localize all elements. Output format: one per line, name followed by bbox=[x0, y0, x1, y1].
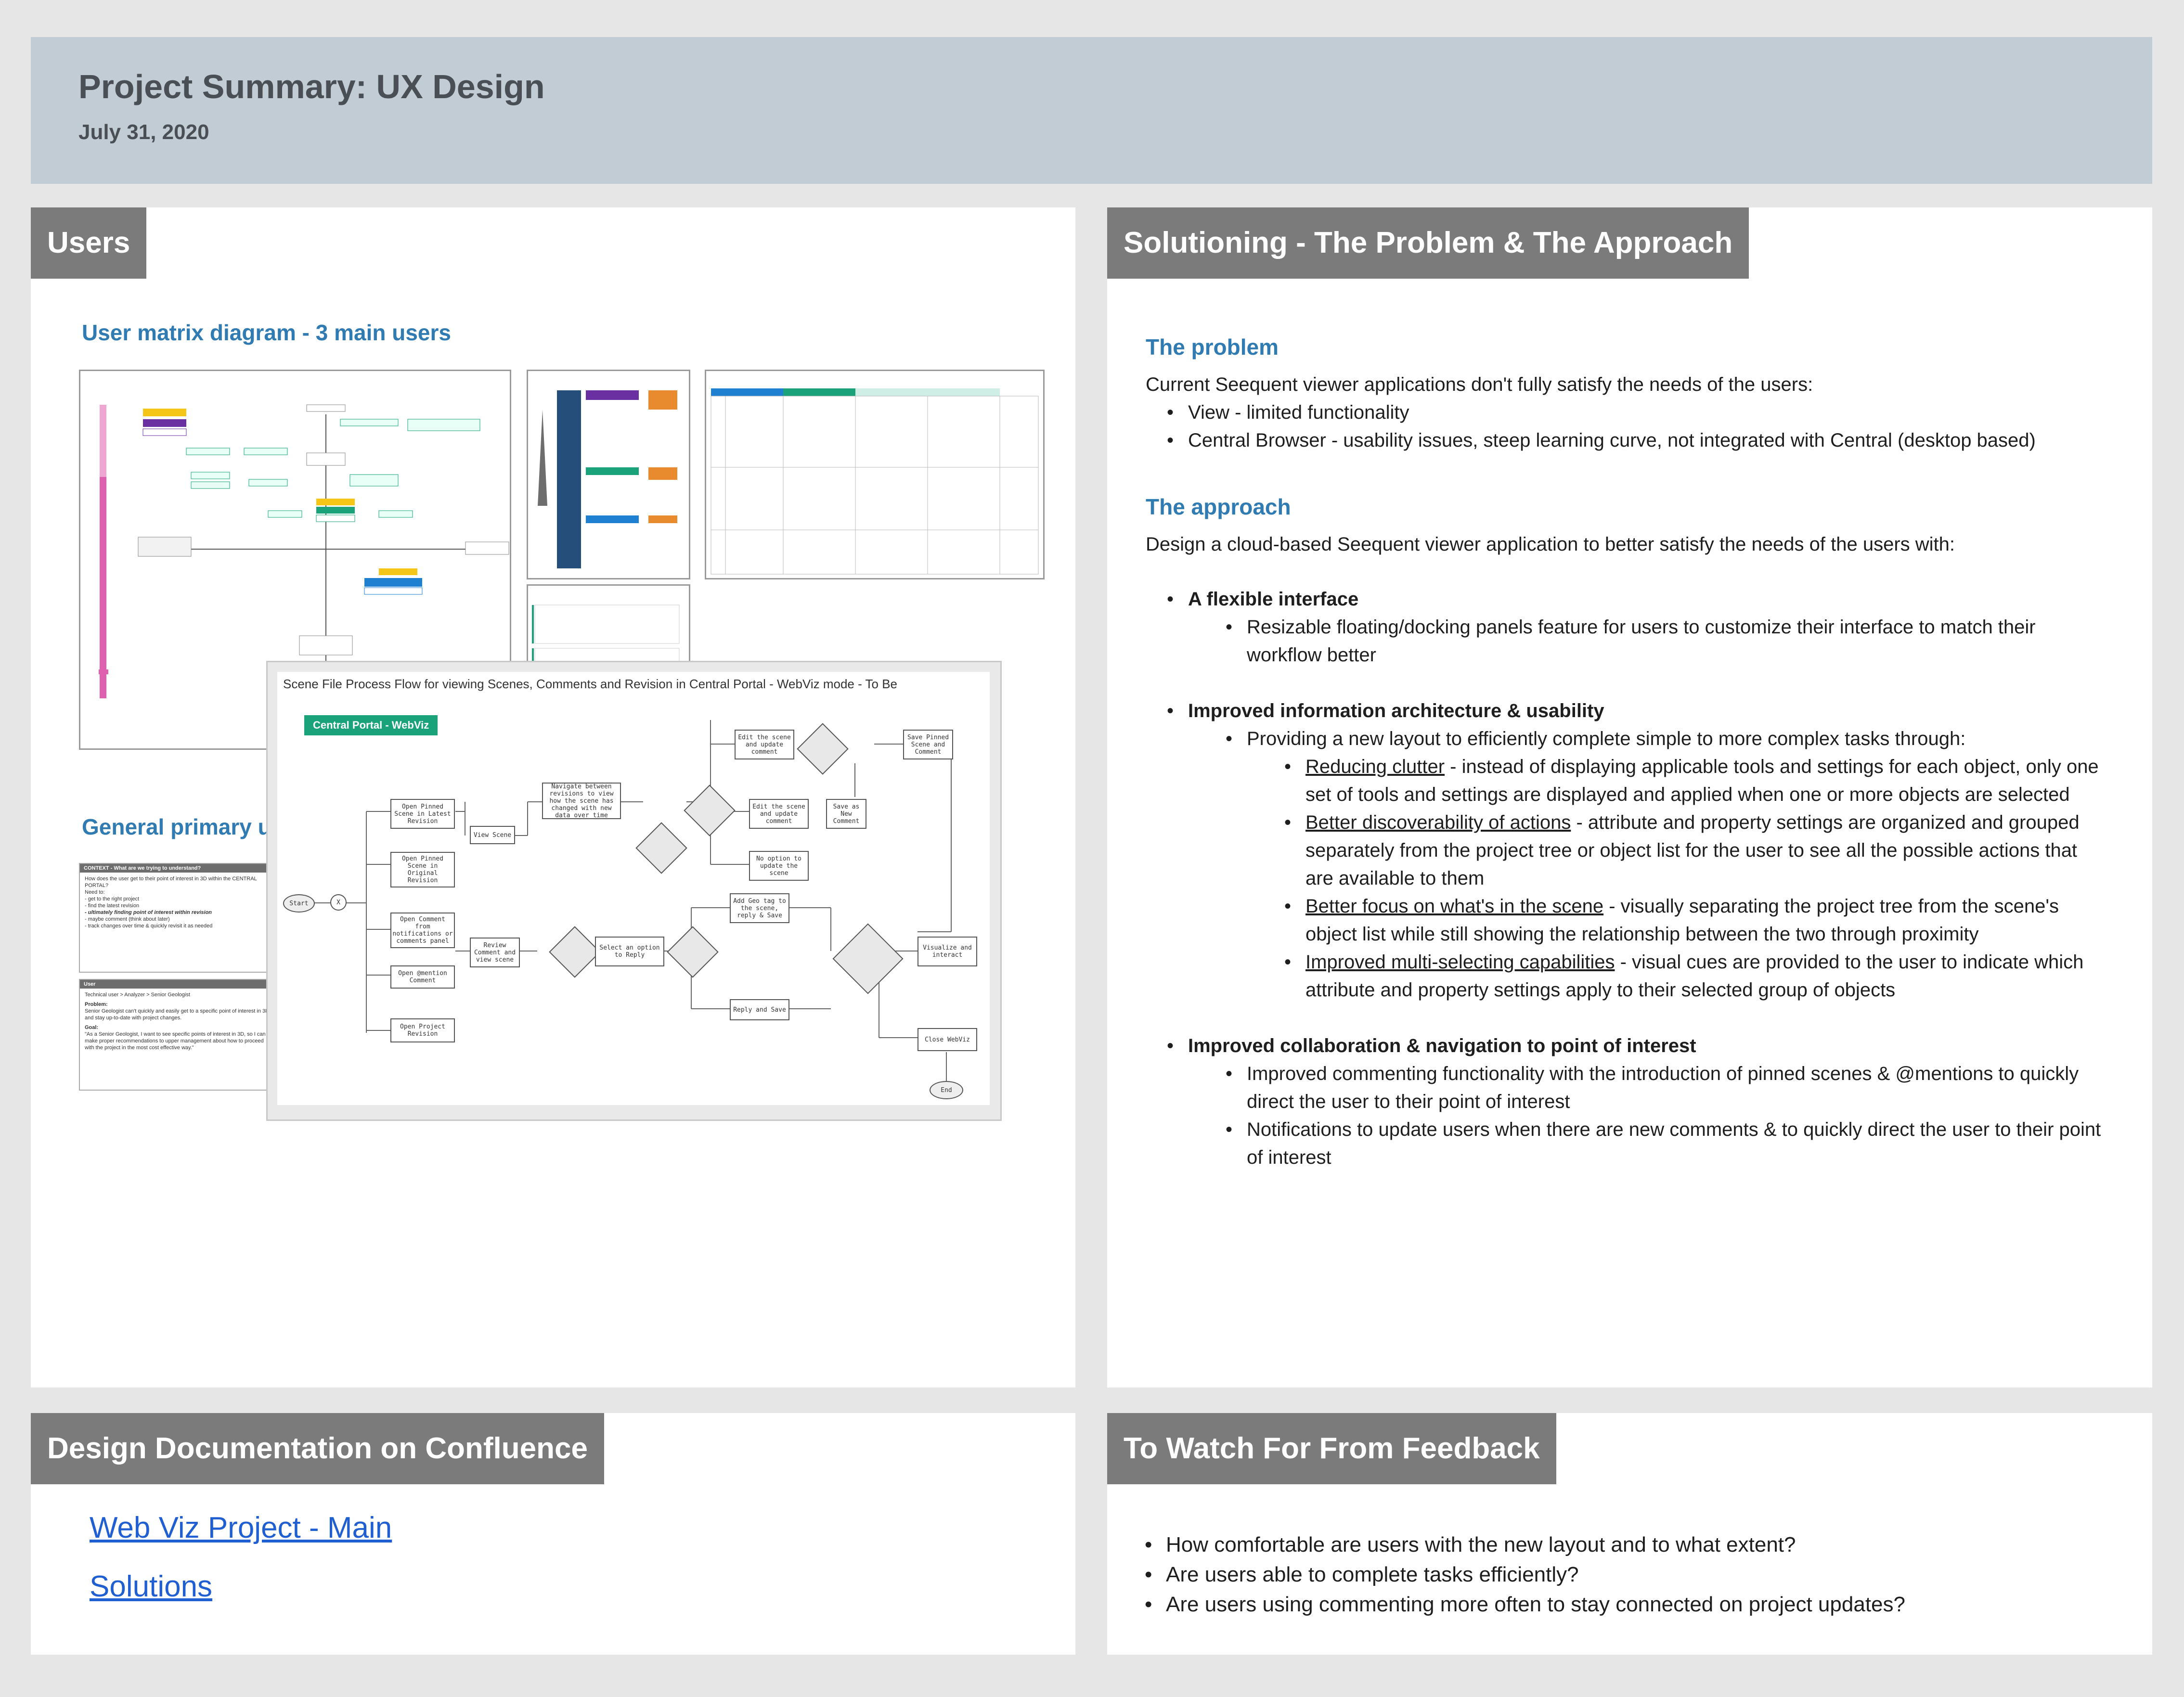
page-title: Project Summary: UX Design bbox=[78, 68, 545, 105]
ia-detail-list: Reducing clutter - instead of displaying… bbox=[1247, 753, 2108, 1004]
user-line: Problem: bbox=[85, 1002, 108, 1007]
flow-node: Open Pinned Scene in Original Revision bbox=[390, 852, 455, 887]
flow-connectors bbox=[306, 720, 952, 1081]
summary-header: Project Summary: UX Design July 31, 2020 bbox=[31, 37, 2152, 184]
flow-node: Edit the scene and update comment bbox=[749, 799, 809, 829]
feedback-item: How comfortable are users with the new l… bbox=[1145, 1530, 1905, 1560]
ia-detail-term: Reducing clutter bbox=[1305, 756, 1445, 777]
context-line: How does the user get to their point of … bbox=[85, 876, 257, 888]
ia-detail: Better focus on what's in the scene - vi… bbox=[1284, 892, 2108, 948]
approach-item-ia: Improved information architecture & usab… bbox=[1167, 697, 2108, 1004]
approach-list: A flexible interface Resizable floating/… bbox=[1146, 585, 2108, 1171]
ia-detail-term: Better focus on what's in the scene bbox=[1305, 896, 1604, 917]
feedback-item: Are users using commenting more often to… bbox=[1145, 1590, 1905, 1620]
feedback-panel: To Watch For From Feedback How comfortab… bbox=[1107, 1413, 2152, 1655]
flow-node-start: Start bbox=[283, 894, 315, 913]
problem-item: View - limited functionality bbox=[1167, 399, 2108, 426]
flow-node: Save as New Comment bbox=[826, 799, 866, 829]
collab-sublist: Improved commenting functionality with t… bbox=[1188, 1060, 2108, 1171]
users-tag: Users bbox=[31, 207, 147, 279]
approach-heading: The approach bbox=[1146, 494, 1291, 519]
user-card-title: User bbox=[80, 980, 274, 989]
flow-node: Close WebViz bbox=[918, 1028, 977, 1051]
flow-node: Open @mention Comment bbox=[390, 965, 455, 989]
ia-detail: Reducing clutter - instead of displaying… bbox=[1284, 753, 2108, 809]
flow-node: Reply and Save bbox=[730, 999, 789, 1020]
flex-title: A flexible interface bbox=[1188, 589, 1359, 610]
flow-node-x: X bbox=[330, 894, 347, 911]
context-card: CONTEXT - What are we trying to understa… bbox=[79, 863, 275, 973]
context-line: - get to the right project bbox=[85, 896, 140, 902]
problem-item: Central Browser - usability issues, stee… bbox=[1167, 426, 2108, 454]
solutions-link[interactable]: Solutions bbox=[90, 1569, 212, 1604]
web-viz-main-link[interactable]: Web Viz Project - Main bbox=[90, 1511, 392, 1545]
user-levels-diagram bbox=[527, 370, 690, 579]
ia-bullet-text: Providing a new layout to efficiently co… bbox=[1247, 728, 1966, 749]
feedback-item: Are users able to complete tasks efficie… bbox=[1145, 1560, 1905, 1590]
collab-title: Improved collaboration & navigation to p… bbox=[1188, 1035, 1696, 1056]
ia-detail-term: Improved multi-selecting capabilities bbox=[1305, 951, 1615, 973]
context-line: - find the latest revision bbox=[85, 903, 140, 909]
approach-item-collab: Improved collaboration & navigation to p… bbox=[1167, 1032, 2108, 1171]
user-descriptions-graphic bbox=[711, 388, 1039, 575]
documentation-tag: Design Documentation on Confluence bbox=[31, 1413, 604, 1484]
page-date: July 31, 2020 bbox=[78, 120, 209, 144]
ia-detail: Better discoverability of actions - attr… bbox=[1284, 809, 2108, 892]
user-matrix-heading: User matrix diagram - 3 main users bbox=[82, 320, 451, 345]
user-card: User Technical user > Analyzer > Senior … bbox=[79, 979, 275, 1091]
approach-text: Design a cloud-based Seequent viewer app… bbox=[1146, 534, 1955, 555]
user-flow-canvas: Scene File Process Flow for viewing Scen… bbox=[277, 672, 990, 1105]
flow-node: Add Geo tag to the scene, reply & Save bbox=[730, 893, 789, 923]
problem-heading: The problem bbox=[1146, 334, 1279, 360]
user-line: Technical user > Analyzer > Senior Geolo… bbox=[85, 992, 190, 998]
approach-item-flexible: A flexible interface Resizable floating/… bbox=[1167, 585, 2108, 669]
flow-node: Open Project Revision bbox=[390, 1018, 455, 1042]
user-card-body: Technical user > Analyzer > Senior Geolo… bbox=[80, 989, 274, 1054]
flex-bullet: Resizable floating/docking panels featur… bbox=[1226, 613, 2108, 669]
problem-text: Current Seequent viewer applications don… bbox=[1146, 374, 1813, 395]
ia-sublist: Providing a new layout to efficiently co… bbox=[1188, 725, 2108, 1004]
feedback-tag: To Watch For From Feedback bbox=[1107, 1413, 1556, 1484]
user-descriptions-table bbox=[705, 370, 1045, 579]
flow-node: Visualize and interact bbox=[918, 937, 977, 966]
problem-list: View - limited functionality Central Bro… bbox=[1146, 399, 2108, 454]
flow-node: Save Pinned Scene and Comment bbox=[903, 730, 953, 759]
user-line: Senior Geologist can't quickly and easil… bbox=[85, 1008, 270, 1021]
context-card-title: CONTEXT - What are we trying to understa… bbox=[80, 864, 274, 873]
ia-detail-term: Better discoverability of actions bbox=[1305, 812, 1571, 833]
solutioning-panel: Solutioning - The Problem & The Approach… bbox=[1107, 207, 2152, 1388]
flow-node-end: End bbox=[930, 1081, 963, 1099]
context-line: - maybe comment (think about later) bbox=[85, 916, 170, 922]
user-flow-diagram: Scene File Process Flow for viewing Scen… bbox=[266, 661, 1002, 1121]
user-line: Goal: bbox=[85, 1025, 99, 1030]
flow-node: Review Comment and view scene bbox=[470, 938, 520, 967]
flow-node: Open Comment from notifications or comme… bbox=[390, 913, 455, 948]
ia-bullet: Providing a new layout to efficiently co… bbox=[1226, 725, 2108, 1004]
flow-node: Edit the scene and update comment bbox=[735, 730, 794, 759]
flow-node: Open Pinned Scene in Latest Revision bbox=[390, 799, 455, 829]
collab-bullet: Improved commenting functionality with t… bbox=[1226, 1060, 2108, 1116]
context-line: - track changes over time & quickly revi… bbox=[85, 923, 213, 929]
flex-sublist: Resizable floating/docking panels featur… bbox=[1188, 613, 2108, 669]
user-levels-graphic bbox=[538, 390, 677, 568]
flow-node: Navigate between revisions to view how t… bbox=[542, 783, 621, 819]
user-line: "As a Senior Geologist, I want to see sp… bbox=[85, 1031, 266, 1051]
solutioning-tag: Solutioning - The Problem & The Approach bbox=[1107, 207, 1749, 279]
context-line: - ultimately finding point of interest w… bbox=[85, 910, 212, 915]
flow-node: View Scene bbox=[470, 826, 515, 844]
collab-bullet: Notifications to update users when there… bbox=[1226, 1116, 2108, 1171]
flow-node: No option to update the scene bbox=[749, 851, 809, 881]
context-line: Need to: bbox=[85, 889, 105, 895]
documentation-panel: Design Documentation on Confluence Web V… bbox=[31, 1413, 1075, 1655]
feedback-list: How comfortable are users with the new l… bbox=[1136, 1530, 1905, 1620]
solutioning-content: The problem Current Seequent viewer appl… bbox=[1146, 330, 2108, 1171]
context-card-body: How does the user get to their point of … bbox=[80, 873, 274, 932]
ia-detail: Improved multi-selecting capabilities - … bbox=[1284, 948, 2108, 1004]
ia-title: Improved information architecture & usab… bbox=[1188, 700, 1604, 721]
flow-node: Select an option to Reply bbox=[595, 937, 664, 966]
